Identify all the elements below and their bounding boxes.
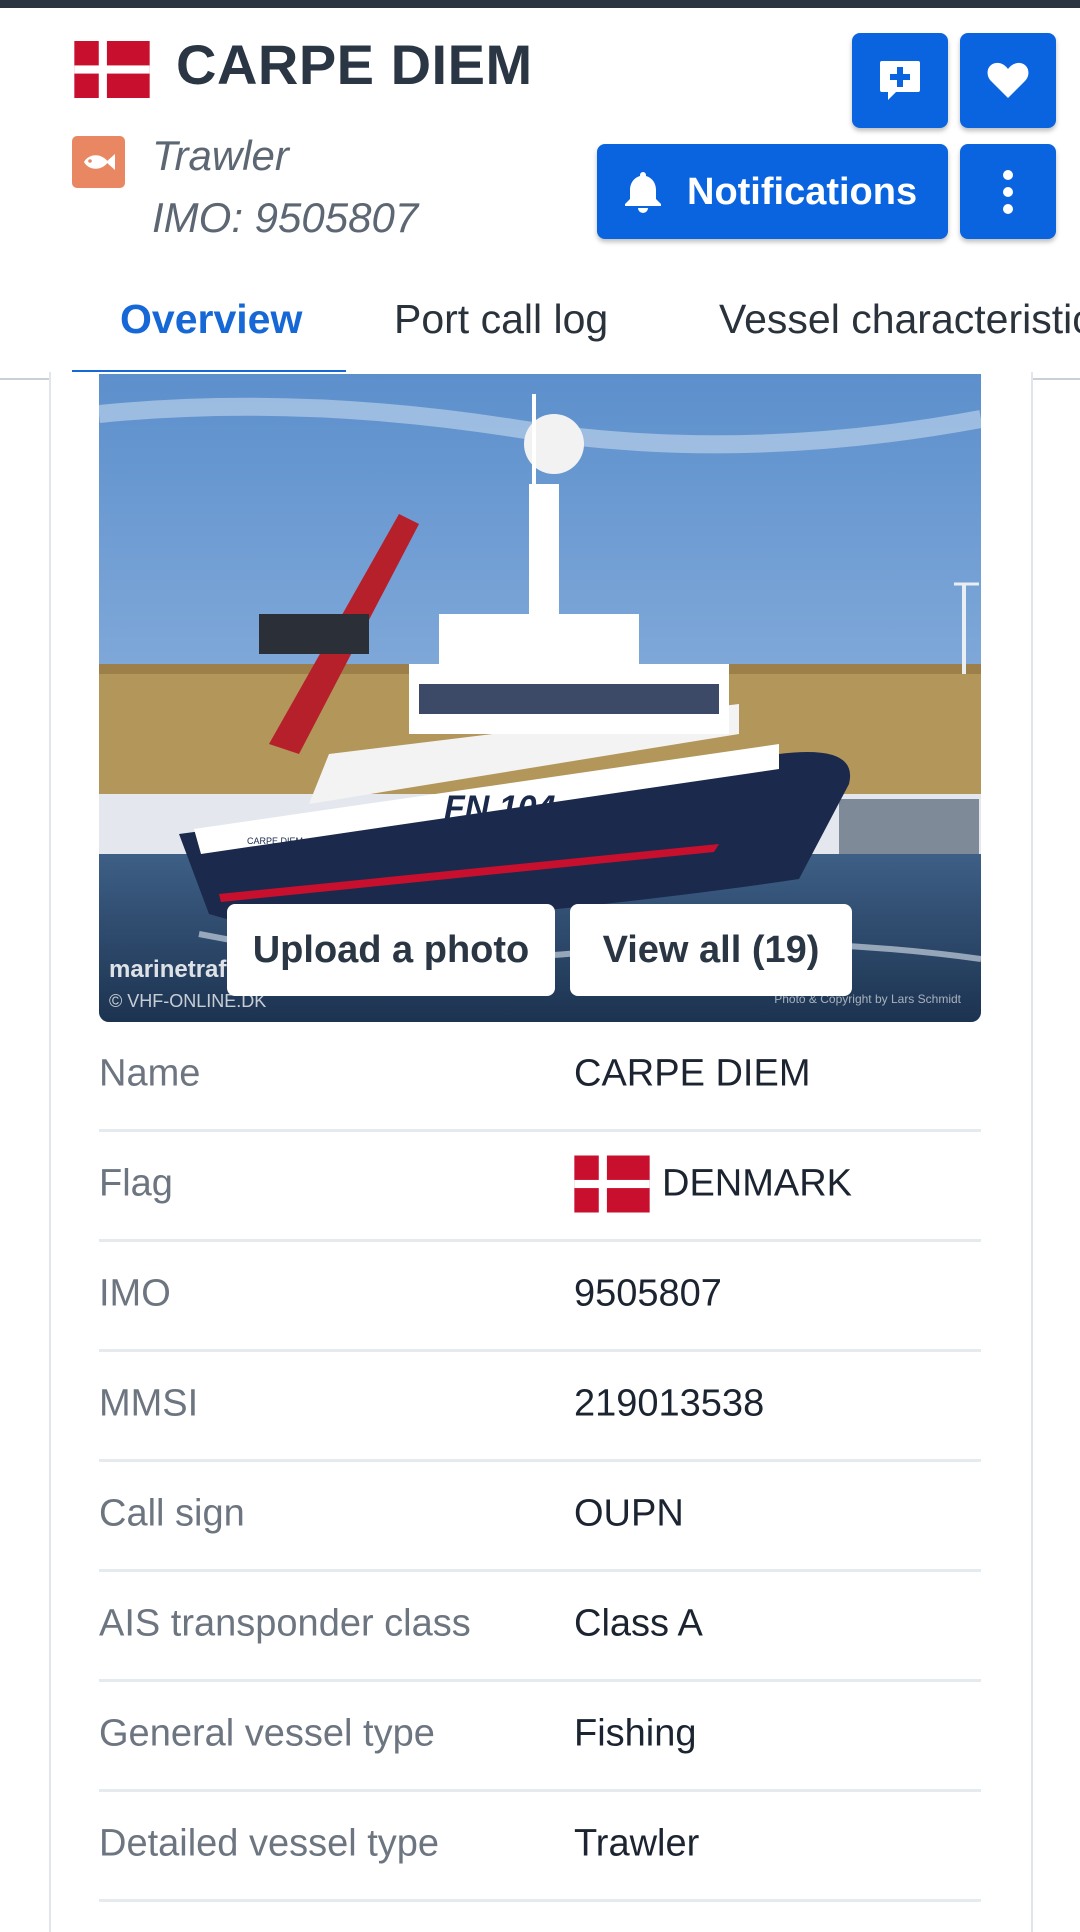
- vessel-header: CARPE DIEM Trawler IMO: 9505807 Notifica…: [0, 8, 1080, 380]
- detail-label: Detailed vessel type: [99, 1822, 440, 1865]
- add-to-fleet-icon: [880, 61, 920, 100]
- vessel-details-table: Name CARPE DIEM Flag DENMARK IMO 9505807…: [99, 1022, 981, 1902]
- upload-photo-button[interactable]: Upload a photo: [227, 904, 555, 996]
- detail-row-detailed-type: Detailed vessel type Trawler: [99, 1792, 981, 1902]
- detail-value-text: CARPE DIEM: [574, 1052, 811, 1095]
- detail-value: DENMARK: [574, 1155, 853, 1213]
- detail-label: General vessel type: [99, 1712, 435, 1755]
- detail-value-text: Fishing: [574, 1712, 697, 1755]
- more-vertical-icon: [1003, 170, 1013, 214]
- detail-row-flag: Flag DENMARK: [99, 1132, 981, 1242]
- view-all-photos-button[interactable]: View all (19): [570, 904, 852, 996]
- detail-value-text: OUPN: [574, 1492, 684, 1535]
- detail-label: IMO: [99, 1272, 171, 1315]
- bell-icon: [625, 172, 661, 213]
- detail-value: OUPN: [574, 1493, 684, 1536]
- favorite-button[interactable]: [960, 33, 1056, 128]
- detail-row-ais-class: AIS transponder class Class A: [99, 1572, 981, 1682]
- vessel-photo[interactable]: FN 104 CARPE DIEM ØSTERBY marinetraffic …: [99, 374, 981, 1022]
- notifications-button[interactable]: Notifications: [597, 144, 948, 239]
- detail-row-general-type: General vessel type Fishing: [99, 1682, 981, 1792]
- detail-row-call-sign: Call sign OUPN: [99, 1462, 981, 1572]
- detail-row-imo: IMO 9505807: [99, 1242, 981, 1352]
- detail-value-text: DENMARK: [662, 1162, 853, 1205]
- vessel-type-label: Trawler: [152, 132, 289, 179]
- denmark-flag-icon: [74, 41, 150, 98]
- detail-value-text: Class A: [574, 1602, 703, 1645]
- heart-icon: [987, 62, 1029, 98]
- detail-value: CARPE DIEM: [574, 1053, 810, 1096]
- more-options-button[interactable]: [960, 144, 1056, 239]
- hull-name-text: CARPE DIEM: [247, 836, 303, 846]
- vessel-tabs: Overview Port call log Vessel characteri…: [0, 284, 1080, 380]
- detail-value-text: 9505807: [574, 1272, 722, 1315]
- tab-port-call-log[interactable]: Port call log: [394, 296, 608, 343]
- detail-value-text: 219013538: [574, 1382, 765, 1425]
- detail-label: Flag: [99, 1162, 173, 1205]
- detail-value: Trawler: [574, 1823, 699, 1866]
- denmark-flag-icon: [574, 1155, 650, 1213]
- detail-value: Fishing: [574, 1713, 697, 1756]
- vessel-imo-label: IMO: 9505807: [152, 194, 419, 241]
- detail-row-mmsi: MMSI 219013538: [99, 1352, 981, 1462]
- detail-label: Name: [99, 1052, 201, 1095]
- detail-value-text: Trawler: [574, 1822, 700, 1865]
- hull-port-text: ØSTERBY: [251, 850, 290, 859]
- notifications-label: Notifications: [687, 171, 918, 213]
- tab-vessel-characteristics[interactable]: Vessel characteristics: [719, 296, 1080, 343]
- hull-marking-text: FN 104: [444, 789, 556, 827]
- detail-label: MMSI: [99, 1382, 199, 1425]
- detail-label: AIS transponder class: [99, 1602, 471, 1645]
- detail-value: 219013538: [574, 1383, 764, 1426]
- add-to-fleet-button[interactable]: [852, 33, 948, 128]
- detail-label: Call sign: [99, 1492, 245, 1535]
- vessel-name-title: CARPE DIEM: [176, 33, 533, 96]
- fish-icon: [72, 136, 125, 188]
- detail-row-name: Name CARPE DIEM: [99, 1022, 981, 1132]
- detail-value: 9505807: [574, 1273, 722, 1316]
- detail-value: Class A: [574, 1603, 703, 1646]
- tab-overview[interactable]: Overview: [120, 296, 302, 343]
- status-bar: [0, 0, 1080, 8]
